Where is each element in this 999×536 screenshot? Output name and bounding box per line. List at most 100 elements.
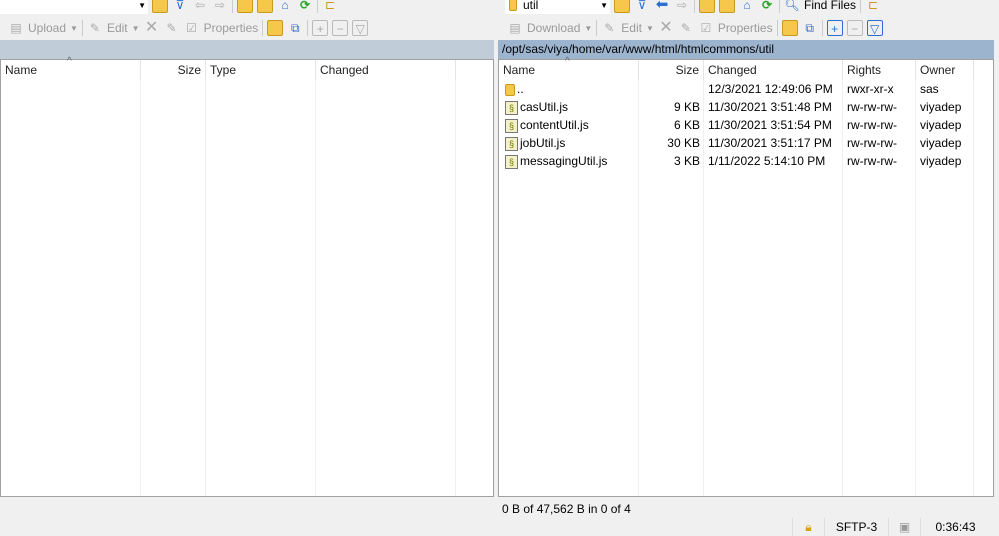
left-location-combo[interactable]: ▼	[0, 0, 148, 14]
add-icon[interactable]: +	[312, 20, 329, 36]
find-files-button[interactable]: Find Files	[804, 0, 856, 12]
file-size: 9 KB	[673, 100, 700, 114]
new-file-icon[interactable]: ⧉	[287, 20, 303, 36]
left-file-list[interactable]: Name ^ Size Type Changed	[0, 56, 494, 497]
refresh-icon[interactable]: ⟳	[297, 0, 313, 13]
js-file-icon: §	[505, 118, 518, 133]
add-icon[interactable]: +	[826, 20, 843, 36]
js-file-icon: §	[505, 100, 518, 115]
lock-icon: 🔒︎	[792, 518, 824, 536]
table-row[interactable]: § contentUtil.js 6 KB 11/30/2021 3:51:54 …	[499, 116, 993, 134]
filter-icon[interactable]: ⊽	[634, 0, 650, 13]
download-button[interactable]: Download	[527, 21, 580, 35]
edit-icon: ✎	[89, 21, 100, 35]
network-icon: ▣	[888, 518, 920, 536]
column-changed[interactable]: Changed	[316, 60, 456, 80]
column-type[interactable]: Type	[206, 60, 316, 80]
folder-icon	[509, 0, 517, 11]
right-location-combo[interactable]: util ▼	[505, 0, 610, 14]
upload-icon: ▤	[10, 21, 22, 35]
column-size[interactable]: Size	[639, 60, 704, 80]
file-owner: sas	[920, 82, 939, 96]
table-row[interactable]: .. 12/3/2021 12:49:06 PM rwxr-xr-x sas	[499, 80, 993, 98]
find-files-icon: 🔍︎	[784, 0, 800, 12]
properties-button[interactable]: Properties	[718, 21, 773, 35]
file-name: messagingUtil.js	[520, 154, 608, 168]
open-folder-icon[interactable]	[152, 0, 168, 13]
sort-ascending-icon: ^	[565, 56, 570, 67]
delete-icon[interactable]: ✕	[658, 20, 674, 36]
chevron-down-icon: ▼	[138, 0, 146, 10]
parent-dir-icon[interactable]	[699, 0, 715, 13]
new-file-icon[interactable]: ⧉	[802, 20, 818, 36]
left-action-toolbar: ▤ Upload ▼ ✎ Edit ▼ ✕ ✎ ☑ Properties ⧉ + −…	[8, 18, 369, 38]
edit-button[interactable]: Edit	[107, 21, 128, 35]
properties-icon: ☑	[186, 21, 197, 35]
table-row[interactable]: § jobUtil.js 30 KB 11/30/2021 3:51:17 PM …	[499, 134, 993, 152]
column-owner[interactable]: Owner	[916, 60, 974, 80]
file-name: jobUtil.js	[520, 136, 566, 150]
js-file-icon: §	[505, 136, 518, 151]
js-file-icon: §	[505, 154, 518, 169]
file-owner: viyadep	[920, 136, 962, 150]
root-dir-icon[interactable]	[257, 0, 273, 13]
file-owner: viyadep	[920, 154, 962, 168]
sort-ascending-icon: ^	[67, 56, 72, 67]
download-icon: ▤	[509, 21, 521, 35]
filter-select-icon[interactable]: ▽	[352, 20, 369, 36]
right-path-bar[interactable]: /opt/sas/viya/home/var/www/html/htmlcomm…	[498, 40, 994, 59]
filter-select-icon[interactable]: ▽	[866, 20, 883, 36]
file-size: 6 KB	[673, 118, 700, 132]
file-owner: viyadep	[920, 118, 962, 132]
column-size[interactable]: Size	[141, 60, 206, 80]
file-size: 30 KB	[667, 136, 700, 150]
refresh-icon[interactable]: ⟳	[759, 0, 775, 13]
table-row[interactable]: § messagingUtil.js 3 KB 1/11/2022 5:14:10…	[499, 152, 993, 170]
properties-button[interactable]: Properties	[204, 21, 259, 35]
file-changed: 12/3/2021 12:49:06 PM	[708, 82, 833, 96]
column-rights[interactable]: Rights	[843, 60, 916, 80]
forward-icon[interactable]: ⇨	[674, 0, 690, 13]
file-rights: rw-rw-rw-	[847, 118, 897, 132]
properties-icon: ☑	[700, 21, 712, 35]
forward-icon[interactable]: ⇨	[212, 0, 228, 13]
edit-button[interactable]: Edit	[621, 21, 642, 35]
file-rights: rw-rw-rw-	[847, 100, 897, 114]
parent-folder-icon	[505, 83, 515, 96]
rename-icon[interactable]: ✎	[164, 20, 180, 36]
file-name: contentUtil.js	[520, 118, 589, 132]
parent-dir-icon[interactable]	[237, 0, 253, 13]
file-changed: 11/30/2021 3:51:48 PM	[708, 100, 832, 114]
file-owner: viyadep	[920, 100, 962, 114]
new-folder-icon[interactable]	[781, 20, 798, 36]
tree-icon[interactable]: ⊏	[322, 0, 338, 13]
file-changed: 1/11/2022 5:14:10 PM	[708, 154, 826, 168]
file-rights: rw-rw-rw-	[847, 154, 897, 168]
home-icon[interactable]: ⌂	[277, 0, 293, 13]
root-dir-icon[interactable]	[719, 0, 735, 13]
right-action-toolbar: ▤ Download ▼ ✎ Edit ▼ ✕ ✎ ☑ Properties ⧉ +…	[507, 18, 883, 38]
home-icon[interactable]: ⌂	[739, 0, 755, 13]
back-icon[interactable]: ⇦	[192, 0, 208, 13]
filter-icon[interactable]: ⊽	[172, 0, 188, 13]
right-file-list[interactable]: Name ^ Size Changed Rights Owner .. 12/3…	[498, 56, 994, 497]
upload-button[interactable]: Upload	[28, 21, 66, 35]
file-name: ..	[517, 82, 524, 96]
tree-icon[interactable]: ⊏	[865, 0, 881, 13]
edit-icon: ✎	[604, 21, 615, 35]
file-changed: 11/30/2021 3:51:17 PM	[708, 136, 832, 150]
minus-icon[interactable]: −	[332, 20, 349, 36]
file-size: 3 KB	[673, 154, 700, 168]
left-nav-toolbar: ▼ ⊽ ⇦ ⇨ ⌂ ⟳ ⊏	[0, 0, 338, 15]
file-changed: 11/30/2021 3:51:54 PM	[708, 118, 832, 132]
left-path-bar[interactable]	[0, 40, 494, 59]
table-row[interactable]: § casUtil.js 9 KB 11/30/2021 3:51:48 PM r…	[499, 98, 993, 116]
column-changed[interactable]: Changed	[704, 60, 843, 80]
delete-icon[interactable]: ✕	[144, 20, 160, 36]
new-folder-icon[interactable]	[267, 20, 284, 36]
minus-icon[interactable]: −	[846, 20, 863, 36]
open-folder-icon[interactable]	[614, 0, 630, 13]
back-icon[interactable]: ⬅	[654, 0, 670, 13]
right-nav-toolbar: util ▼ ⊽ ⬅ ⇨ ⌂ ⟳ 🔍︎ Find Files ⊏	[505, 0, 881, 15]
rename-icon[interactable]: ✎	[678, 20, 694, 36]
